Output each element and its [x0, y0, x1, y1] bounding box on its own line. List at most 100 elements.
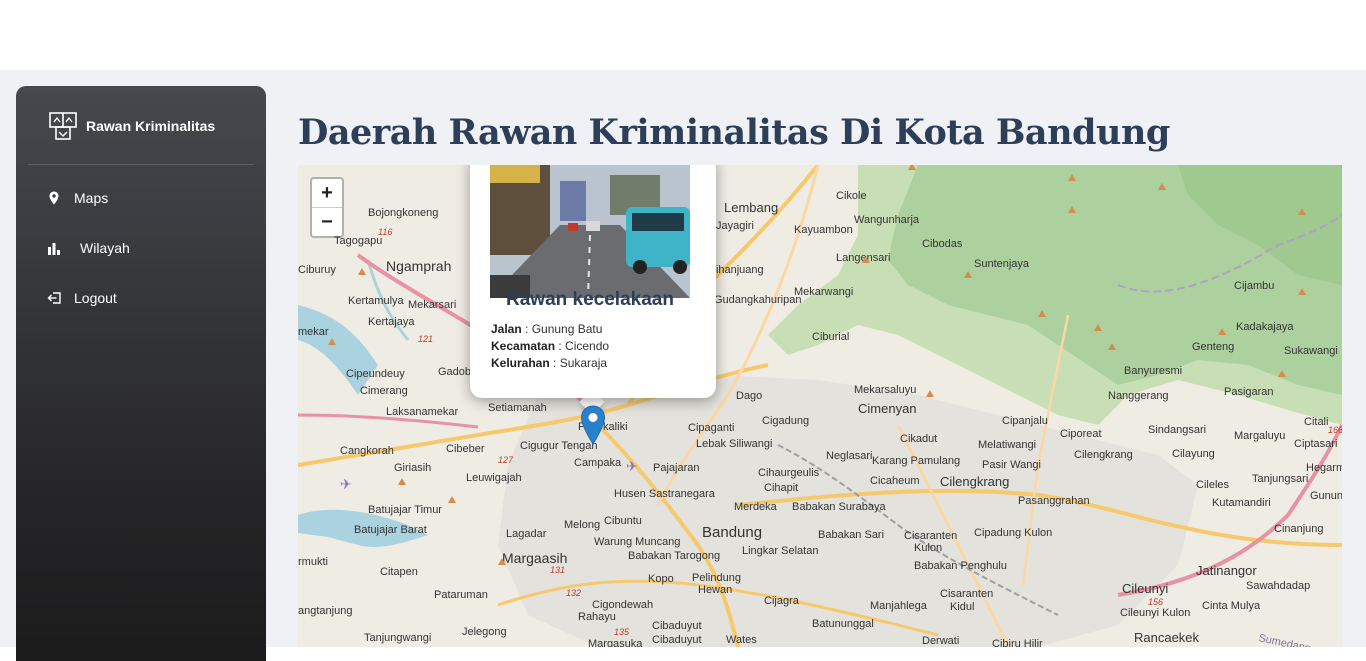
- svg-text:✈: ✈: [340, 476, 352, 492]
- svg-text:Cihapit: Cihapit: [764, 482, 798, 494]
- sidebar-item-logout[interactable]: Logout: [46, 286, 117, 310]
- svg-text:Dago: Dago: [736, 390, 762, 402]
- svg-text:Ciburuy: Ciburuy: [298, 264, 336, 276]
- svg-text:Cigondewah: Cigondewah: [592, 599, 653, 611]
- svg-text:Setiamanah: Setiamanah: [488, 402, 547, 414]
- svg-text:Cilengkrang: Cilengkrang: [940, 474, 1009, 489]
- svg-text:Babakan Surabaya: Babakan Surabaya: [792, 501, 886, 513]
- brand-logo-icon: [49, 112, 77, 140]
- svg-text:Pasanggrahan: Pasanggrahan: [1018, 495, 1090, 507]
- svg-text:Pasigaran: Pasigaran: [1224, 386, 1274, 398]
- svg-text:Cibiru Hilir: Cibiru Hilir: [992, 638, 1043, 647]
- svg-text:Cileunyi Kulon: Cileunyi Kulon: [1120, 607, 1190, 619]
- svg-text:Pasir Wangi: Pasir Wangi: [982, 459, 1041, 471]
- svg-text:135: 135: [614, 627, 630, 637]
- svg-text:Lagadar: Lagadar: [506, 528, 547, 540]
- svg-text:Sumedang: Sumedang: [1257, 632, 1312, 647]
- top-bar: [0, 0, 1366, 70]
- svg-text:Cigadung: Cigadung: [762, 415, 809, 427]
- zoom-in-button[interactable]: +: [312, 179, 342, 207]
- svg-text:Ciptasari: Ciptasari: [1294, 438, 1337, 450]
- svg-text:Cibodas: Cibodas: [922, 238, 963, 250]
- svg-text:Cinanjung: Cinanjung: [1274, 523, 1324, 535]
- svg-text:Neglasari: Neglasari: [826, 450, 872, 462]
- svg-text:Husen Sastranegara: Husen Sastranegara: [614, 488, 716, 500]
- svg-text:Margaluyu: Margaluyu: [1234, 430, 1285, 442]
- svg-text:Mekarsaluyu: Mekarsaluyu: [854, 384, 916, 396]
- crime-map[interactable]: Bojongkoneng Tagogapu Ngamprah Ciburuy K…: [298, 165, 1342, 647]
- svg-text:Manjahlega: Manjahlega: [870, 600, 928, 612]
- svg-text:Mekarsari: Mekarsari: [408, 299, 456, 311]
- svg-text:mekar: mekar: [298, 326, 329, 338]
- svg-text:Babakan Penghulu: Babakan Penghulu: [914, 560, 1007, 572]
- svg-text:Kidul: Kidul: [950, 601, 974, 613]
- svg-text:Cijagra: Cijagra: [764, 595, 800, 607]
- svg-text:Batununggal: Batununggal: [812, 618, 874, 630]
- svg-text:Cikole: Cikole: [836, 190, 867, 202]
- svg-text:Cibaduyut: Cibaduyut: [652, 634, 702, 646]
- page-title: Daerah Rawan Kriminalitas Di Kota Bandun…: [298, 112, 1170, 153]
- svg-text:Kulon: Kulon: [914, 542, 942, 554]
- svg-text:Cimenyan: Cimenyan: [858, 401, 917, 416]
- svg-text:Rahayu: Rahayu: [578, 611, 616, 623]
- svg-text:Wangunharja: Wangunharja: [854, 214, 920, 226]
- map-popup: Rawan kecelakaan Jalan : Gunung Batu Kec…: [470, 165, 716, 398]
- sidebar-item-label: Logout: [74, 290, 117, 306]
- svg-text:Cicaheum: Cicaheum: [870, 475, 920, 487]
- svg-text:Merdeka: Merdeka: [734, 501, 778, 513]
- location-marker-icon[interactable]: [580, 405, 606, 445]
- svg-text:Gudangkahuripan: Gudangkahuripan: [714, 294, 801, 306]
- svg-text:Hewan: Hewan: [698, 584, 732, 596]
- sidebar-item-label: Maps: [74, 190, 109, 206]
- svg-text:Derwati: Derwati: [922, 635, 959, 647]
- svg-text:Cihanjuang: Cihanjuang: [708, 264, 764, 276]
- svg-text:Pelindung: Pelindung: [692, 572, 741, 584]
- svg-text:Tanjungsari: Tanjungsari: [1252, 473, 1308, 485]
- svg-text:rmukti: rmukti: [298, 556, 328, 568]
- svg-text:Batujajar Barat: Batujajar Barat: [354, 524, 427, 536]
- sidebar-divider: [28, 164, 254, 165]
- map-tiles[interactable]: Bojongkoneng Tagogapu Ngamprah Ciburuy K…: [298, 165, 1342, 647]
- svg-text:Margasuka: Margasuka: [588, 638, 643, 647]
- popup-title: Rawan kecelakaan: [506, 289, 674, 310]
- svg-text:Gunungmanik: Gunungmanik: [1310, 490, 1342, 502]
- svg-text:Kadakajaya: Kadakajaya: [1236, 321, 1294, 333]
- svg-text:Cisaranten: Cisaranten: [904, 530, 957, 542]
- svg-text:Wates: Wates: [726, 634, 757, 646]
- sidebar-item-wilayah[interactable]: Wilayah: [46, 236, 130, 260]
- svg-text:Cinta Mulya: Cinta Mulya: [1202, 600, 1261, 612]
- svg-text:Citapen: Citapen: [380, 566, 418, 578]
- svg-text:Cimerang: Cimerang: [360, 385, 408, 397]
- popup-info: Jalan : Gunung Batu Kecamatan : Cicendo …: [491, 321, 609, 372]
- svg-text:Cipeundeuy: Cipeundeuy: [346, 368, 405, 380]
- svg-text:Bandung: Bandung: [702, 524, 762, 541]
- svg-text:Cibaduyut: Cibaduyut: [652, 620, 702, 632]
- svg-text:Kutamandiri: Kutamandiri: [1212, 497, 1271, 509]
- svg-text:Sindangsari: Sindangsari: [1148, 424, 1206, 436]
- svg-text:Bojongkoneng: Bojongkoneng: [368, 207, 438, 219]
- svg-text:✈: ✈: [626, 458, 638, 474]
- svg-text:Banyuresmi: Banyuresmi: [1124, 365, 1182, 377]
- svg-text:Giriasih: Giriasih: [394, 462, 431, 474]
- sidebar-item-label: Wilayah: [80, 240, 130, 256]
- sidebar: Rawan Kriminalitas Maps Wilayah Logout: [16, 86, 266, 661]
- svg-text:Cijambu: Cijambu: [1234, 280, 1274, 292]
- zoom-control: + −: [310, 177, 344, 238]
- svg-text:Ngamprah: Ngamprah: [386, 258, 451, 274]
- svg-text:Leuwigajah: Leuwigajah: [466, 472, 522, 484]
- popup-field-kelurahan: Kelurahan : Sukaraja: [491, 356, 608, 370]
- svg-text:Sawahdadap: Sawahdadap: [1246, 580, 1310, 592]
- popup-field-jalan: Jalan : Gunung Batu: [491, 322, 603, 336]
- svg-text:Suntenjaya: Suntenjaya: [974, 258, 1030, 270]
- svg-text:156: 156: [1148, 597, 1163, 607]
- bar-chart-icon: [48, 243, 60, 255]
- svg-text:Melatiwangi: Melatiwangi: [978, 439, 1036, 451]
- sidebar-item-maps[interactable]: Maps: [46, 186, 108, 210]
- svg-text:Kayuambon: Kayuambon: [794, 224, 853, 236]
- svg-text:127: 127: [498, 455, 514, 465]
- svg-text:Citali: Citali: [1304, 416, 1328, 428]
- svg-text:Cipadung Kulon: Cipadung Kulon: [974, 527, 1052, 539]
- svg-text:Cileles: Cileles: [1196, 479, 1230, 491]
- brand[interactable]: Rawan Kriminalitas: [48, 110, 215, 142]
- zoom-out-button[interactable]: −: [312, 207, 342, 236]
